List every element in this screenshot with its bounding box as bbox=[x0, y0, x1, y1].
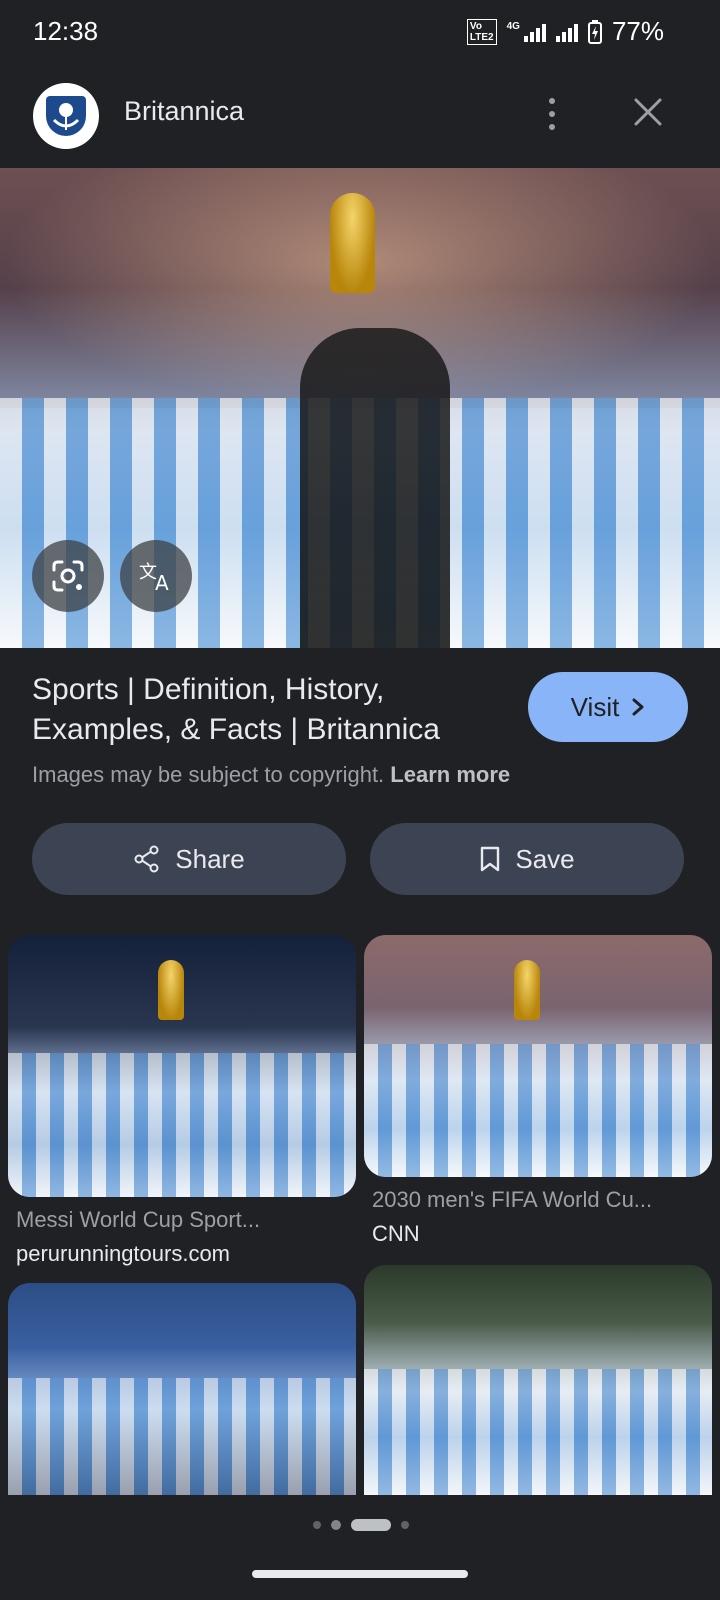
hero-image[interactable] bbox=[0, 168, 720, 648]
bookmark-icon bbox=[481, 846, 500, 872]
viewer-header: Britannica bbox=[0, 66, 720, 166]
related-source-2[interactable]: CNN bbox=[372, 1221, 420, 1247]
network-type: 4G bbox=[506, 21, 520, 32]
copyright-notice: Images may be subject to copyright. Lear… bbox=[32, 762, 511, 787]
learn-more-link[interactable]: Learn more bbox=[390, 762, 510, 787]
close-icon[interactable] bbox=[626, 90, 670, 134]
related-image-1[interactable] bbox=[8, 935, 356, 1197]
hero-robe bbox=[300, 328, 450, 648]
related-source-1[interactable]: perurunningtours.com bbox=[16, 1241, 230, 1267]
share-label: Share bbox=[175, 843, 245, 874]
google-lens-icon bbox=[52, 560, 84, 592]
volte-icon: Vo LTE2 bbox=[466, 18, 497, 45]
related-title-1[interactable]: Messi World Cup Sport... bbox=[16, 1207, 260, 1233]
status-icons: Vo LTE2 4G 77% bbox=[466, 16, 664, 47]
more-options-icon[interactable] bbox=[530, 92, 574, 136]
related-image-2[interactable] bbox=[364, 935, 712, 1177]
related-title-2[interactable]: 2030 men's FIFA World Cu... bbox=[372, 1187, 652, 1213]
save-button[interactable]: Save bbox=[370, 823, 684, 895]
thistle-icon bbox=[52, 103, 80, 130]
result-title[interactable]: Sports | Definition, History, Examples, … bbox=[32, 670, 502, 750]
battery-icon bbox=[587, 19, 602, 44]
status-bar: 12:38 Vo LTE2 4G 77% bbox=[0, 0, 720, 66]
pager-dot bbox=[331, 1520, 341, 1530]
share-button[interactable]: Share bbox=[32, 823, 346, 895]
translate-button[interactable]: 文 A bbox=[120, 540, 192, 612]
home-gesture-bar[interactable] bbox=[252, 1570, 468, 1578]
britannica-logo-icon[interactable] bbox=[33, 83, 99, 149]
status-time: 12:38 bbox=[33, 16, 99, 46]
pager-indicator bbox=[313, 1519, 409, 1531]
signal-icon bbox=[523, 22, 546, 42]
pager-dot-active bbox=[351, 1519, 391, 1531]
chevron-right-icon bbox=[632, 698, 644, 716]
site-name[interactable]: Britannica bbox=[124, 96, 244, 127]
visit-button[interactable]: Visit bbox=[528, 672, 688, 742]
related-image-4[interactable] bbox=[364, 1265, 712, 1495]
related-image-3[interactable] bbox=[8, 1283, 356, 1495]
google-lens-button[interactable] bbox=[32, 540, 104, 612]
pager-dot bbox=[401, 1521, 409, 1529]
svg-text:A: A bbox=[155, 571, 169, 594]
share-icon bbox=[134, 845, 159, 873]
signal-icon-2 bbox=[555, 22, 578, 42]
save-label: Save bbox=[515, 843, 575, 874]
logo-emblem bbox=[46, 96, 86, 136]
visit-label: Visit bbox=[570, 691, 620, 722]
pager-dot bbox=[313, 1521, 321, 1529]
translate-icon: 文 A bbox=[139, 562, 169, 594]
battery-percent: 77% bbox=[611, 16, 664, 46]
trophy-shape bbox=[330, 193, 375, 293]
